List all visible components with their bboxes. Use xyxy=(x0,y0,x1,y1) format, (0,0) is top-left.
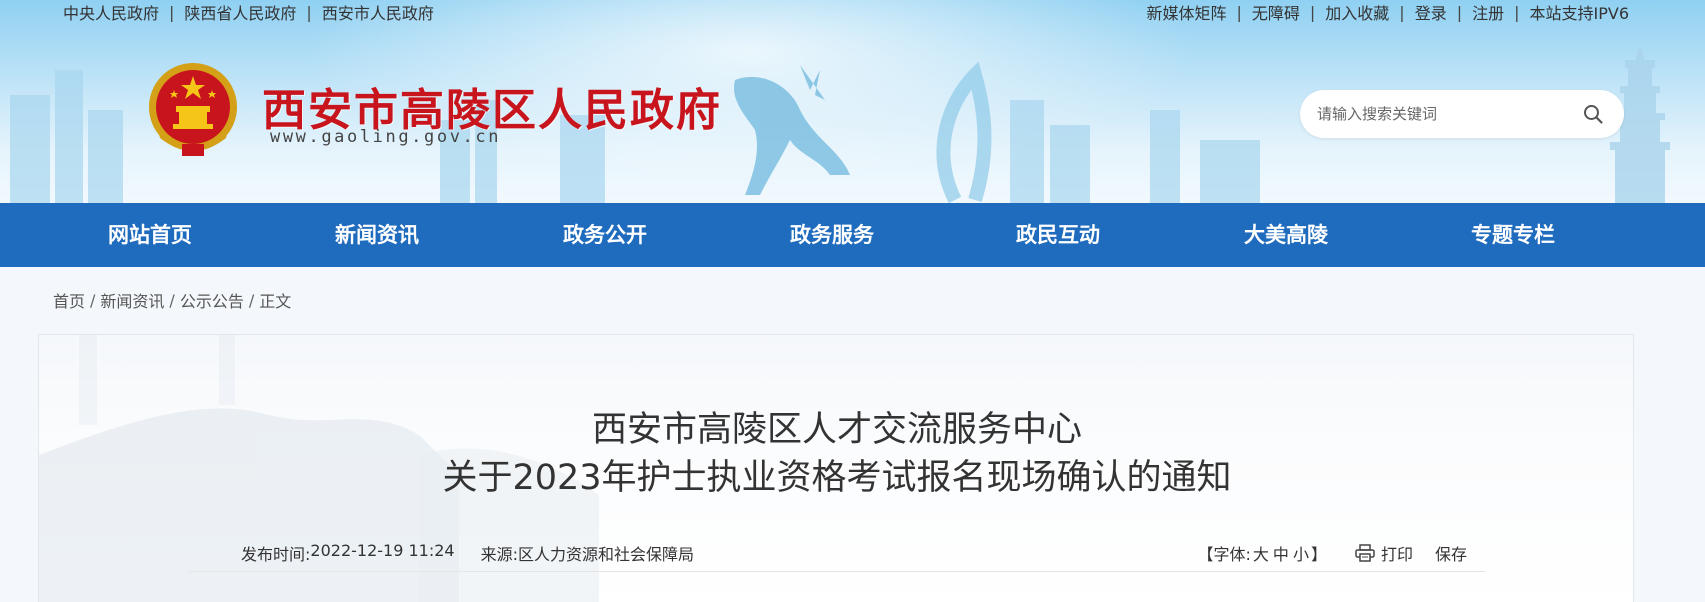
link-ipv6-support[interactable]: 本站支持IPV6 xyxy=(1530,0,1630,24)
breadcrumb-separator: / xyxy=(248,290,255,310)
top-links-right: 新媒体矩阵 | 无障碍 | 加入收藏 | 登录 | 注册 | 本站支持IPV6 xyxy=(1146,0,1630,24)
top-links-left: 中央人民政府 | 陕西省人民政府 | 西安市人民政府 xyxy=(63,0,434,24)
breadcrumb-current: 正文 xyxy=(259,292,292,311)
link-login[interactable]: 登录 xyxy=(1415,0,1447,24)
font-size-medium-button[interactable]: 中 xyxy=(1273,541,1289,565)
link-new-media-matrix[interactable]: 新媒体矩阵 xyxy=(1146,0,1226,24)
font-size-small-button[interactable]: 小 xyxy=(1293,541,1309,565)
top-link-separator: | xyxy=(1456,2,1463,22)
breadcrumb-home[interactable]: 首页 xyxy=(53,288,85,312)
link-shaanxi-government[interactable]: 陕西省人民政府 xyxy=(184,0,296,24)
nav-item-special-topics[interactable]: 专题专栏 xyxy=(1443,203,1583,267)
breadcrumb-announcements[interactable]: 公示公告 xyxy=(180,288,244,312)
search-icon[interactable] xyxy=(1582,103,1604,125)
nav-item-home[interactable]: 网站首页 xyxy=(80,203,220,267)
site-domain: www.gaoling.gov.cn xyxy=(270,127,502,147)
site-header: 中央人民政府 | 陕西省人民政府 | 西安市人民政府 新媒体矩阵 | 无障碍 |… xyxy=(0,0,1705,203)
top-link-separator: | xyxy=(1399,2,1405,22)
printer-icon xyxy=(1355,544,1375,562)
article-meta-info: 发布时间: 2022-12-19 11:24 来源: 区人力资源和社会保障局 xyxy=(241,541,694,565)
article-panel: 西安市高陵区人才交流服务中心 关于2023年护士执业资格考试报名现场确认的通知 … xyxy=(38,334,1634,602)
nav-item-government-services[interactable]: 政务服务 xyxy=(762,203,902,267)
top-link-separator: | xyxy=(169,2,175,22)
breadcrumb-news[interactable]: 新闻资讯 xyxy=(100,288,164,312)
top-link-separator: | xyxy=(1514,2,1520,22)
link-xian-government[interactable]: 西安市人民政府 xyxy=(322,0,434,24)
print-label: 打印 xyxy=(1380,545,1413,564)
article-title-line-1: 西安市高陵区人才交流服务中心 xyxy=(591,410,1082,450)
font-size-control: 【字体: 大 中 小 】 xyxy=(1198,541,1327,565)
main-nav: 网站首页 新闻资讯 政务公开 政务服务 政民互动 大美高陵 专题专栏 xyxy=(0,203,1705,267)
top-link-separator: | xyxy=(1236,2,1242,22)
font-size-large-button[interactable]: 大 xyxy=(1253,541,1269,565)
print-button[interactable]: 打印 xyxy=(1355,541,1413,565)
search-box xyxy=(1300,90,1624,138)
save-button[interactable]: 保存 xyxy=(1435,541,1467,565)
nav-item-news[interactable]: 新闻资讯 xyxy=(307,203,447,267)
article-tools: 【字体: 大 中 小 】 打印 保存 xyxy=(1198,541,1467,565)
article-title-line-2: 关于2023年护士执业资格考试报名现场确认的通知 xyxy=(442,458,1232,498)
nav-item-government-affairs[interactable]: 政务公开 xyxy=(535,203,675,267)
breadcrumb-separator: / xyxy=(90,290,96,310)
breadcrumb: 首页 / 新闻资讯 / 公示公告 / 正文 xyxy=(53,288,291,312)
font-size-bracket: 】 xyxy=(1310,545,1327,564)
font-size-label: 【字体: xyxy=(1197,545,1251,564)
link-accessibility[interactable]: 无障碍 xyxy=(1252,0,1300,24)
breadcrumb-separator: / xyxy=(169,290,175,310)
source-value: 区人力资源和社会保障局 xyxy=(518,545,695,564)
article-meta-bar: 发布时间: 2022-12-19 11:24 来源: 区人力资源和社会保障局 【… xyxy=(189,532,1485,572)
link-central-government[interactable]: 中央人民政府 xyxy=(63,0,159,24)
top-link-separator: | xyxy=(1309,2,1316,22)
source-label: 来源: xyxy=(480,545,518,564)
link-register[interactable]: 注册 xyxy=(1472,0,1504,24)
publish-time-label: 发布时间: xyxy=(241,545,311,564)
nav-item-beautiful-gaoling[interactable]: 大美高陵 xyxy=(1216,203,1356,267)
top-link-separator: | xyxy=(306,2,312,22)
national-emblem-icon xyxy=(149,63,237,156)
search-input[interactable] xyxy=(1317,99,1567,129)
publish-time: 2022-12-19 11:24 xyxy=(310,541,455,560)
link-add-favorite[interactable]: 加入收藏 xyxy=(1325,0,1389,24)
nav-item-public-interaction[interactable]: 政民互动 xyxy=(988,203,1128,267)
